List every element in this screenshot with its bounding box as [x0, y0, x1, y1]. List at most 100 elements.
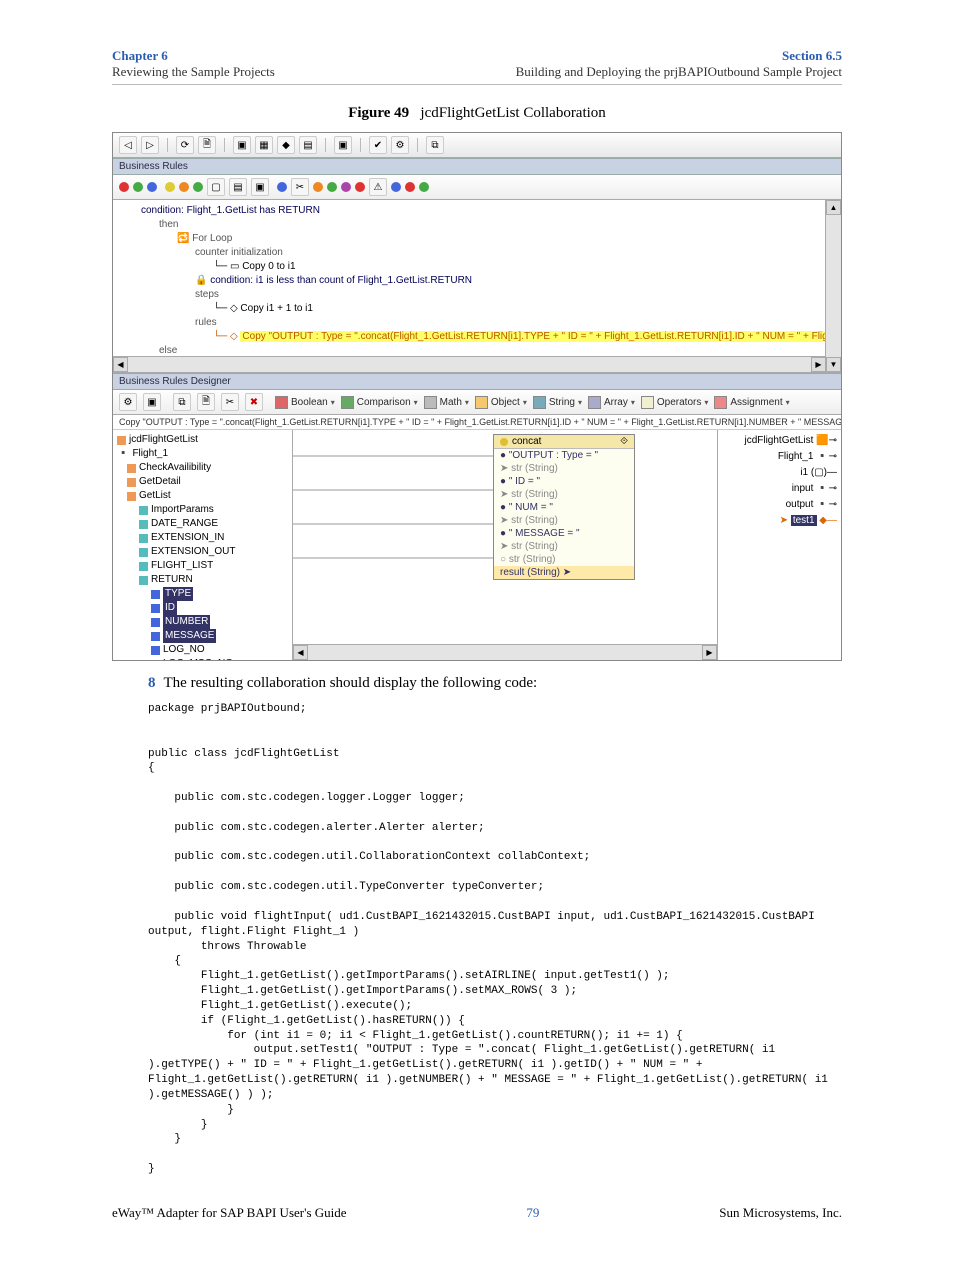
tree-item[interactable]: ▪️Flight_1	[115, 447, 290, 461]
dot-icon[interactable]	[355, 182, 365, 192]
tool-icon[interactable]: ▣	[233, 136, 251, 154]
tree-item[interactable]: ID	[115, 601, 290, 615]
tool-icon[interactable]: ⚠	[369, 178, 387, 196]
menu-assignment[interactable]: Assignment	[714, 396, 789, 409]
tree-item[interactable]: steps	[141, 288, 837, 302]
menu-operators[interactable]: Operators	[641, 396, 708, 409]
tree-item[interactable]: LOG_NO	[115, 643, 290, 657]
tree-item[interactable]: input ▪️⊸	[722, 481, 837, 497]
concat-row: ○ str (String)	[494, 553, 634, 566]
tree-item[interactable]: └─ ◇ Copy i1 + 1 to i1	[141, 302, 837, 316]
tree-item[interactable]: jcdFlightGetList	[115, 433, 290, 447]
dot-icon[interactable]	[165, 182, 175, 192]
canvas-center[interactable]: concat⟐ ● "OUTPUT : Type = " ➤ str (Stri…	[293, 430, 718, 660]
menu-math[interactable]: Math	[424, 396, 469, 409]
scroll-down-icon[interactable]: ▼	[826, 357, 841, 372]
right-tree: jcdFlightGetList 🟧⊸ Flight_1 ▪️⊸ i1 (▢)—…	[718, 430, 841, 660]
nav-fwd-icon[interactable]: ▷	[141, 136, 159, 154]
dot-icon[interactable]	[147, 182, 157, 192]
figure-title: jcdFlightGetList Collaboration	[420, 105, 605, 121]
tree-item[interactable]: then	[141, 218, 837, 232]
concat-title: concat	[512, 436, 541, 447]
menu-object[interactable]: Object	[475, 396, 527, 409]
tree-item[interactable]: RETURN	[115, 573, 290, 587]
dot-icon[interactable]	[277, 182, 287, 192]
menu-string[interactable]: String	[533, 396, 582, 409]
step-8: 8 The resulting collaboration should dis…	[148, 675, 842, 692]
page-header: Chapter 6 Reviewing the Sample Projects …	[112, 48, 842, 85]
tree-item[interactable]: rules	[141, 316, 837, 330]
tree-item[interactable]: └─ ▭ Copy 0 to i1	[141, 260, 837, 274]
tree-item[interactable]: EXTENSION_IN	[115, 531, 290, 545]
tool-icon[interactable]: ✂	[291, 178, 309, 196]
dot-icon[interactable]	[419, 182, 429, 192]
tree-item[interactable]: jcdFlightGetList 🟧⊸	[722, 433, 837, 449]
doc-icon[interactable]: 🗎	[198, 136, 216, 154]
menu-boolean[interactable]: Boolean	[275, 396, 335, 409]
section-sub: Building and Deploying the prjBAPIOutbou…	[516, 64, 842, 80]
tool-icon[interactable]: ⧉	[173, 393, 191, 411]
delete-icon[interactable]: ✖	[245, 393, 263, 411]
dot-icon[interactable]	[193, 182, 203, 192]
tree-item[interactable]: NUMBER	[115, 615, 290, 629]
concat-row: result (String) ➤	[494, 566, 634, 579]
dot-icon[interactable]	[391, 182, 401, 192]
tree-item[interactable]: FLIGHT_LIST	[115, 559, 290, 573]
tree-item[interactable]: 🔁 For Loop	[141, 232, 837, 246]
scroll-right-icon[interactable]: ▶	[811, 357, 826, 372]
tree-item[interactable]: EXTENSION_OUT	[115, 545, 290, 559]
tree-item[interactable]: CheckAvailibility	[115, 461, 290, 475]
dot-icon[interactable]	[179, 182, 189, 192]
tool-icon[interactable]: ✂	[221, 393, 239, 411]
tree-item[interactable]: ➤ test1 ◆—	[722, 513, 837, 529]
dot-icon[interactable]	[133, 182, 143, 192]
horizontal-scrollbar[interactable]: ◀ ▶	[293, 644, 717, 660]
scroll-up-icon[interactable]: ▲	[826, 200, 841, 215]
tool-icon[interactable]: ⚙	[119, 393, 137, 411]
scroll-left-icon[interactable]: ◀	[293, 645, 308, 660]
nav-back-icon[interactable]: ◁	[119, 136, 137, 154]
tool-icon[interactable]: ▣	[251, 178, 269, 196]
tree-item[interactable]: DATE_RANGE	[115, 517, 290, 531]
tool-icon-3[interactable]: ◆	[277, 136, 295, 154]
copy-icon[interactable]: ⧉	[426, 136, 444, 154]
dot-icon[interactable]	[405, 182, 415, 192]
scroll-right-icon[interactable]: ▶	[702, 645, 717, 660]
vertical-scrollbar[interactable]: ▲ ▼	[825, 200, 841, 372]
tool-icon[interactable]: 🗎	[197, 393, 215, 411]
refresh-icon[interactable]: ⟳	[176, 136, 194, 154]
tool-icon[interactable]: ▣	[143, 393, 161, 411]
tree-item[interactable]: condition: Flight_1.GetList has RETURN	[141, 204, 837, 218]
tree-item[interactable]: LOG_MSG_NO	[115, 657, 290, 660]
concat-box[interactable]: concat⟐ ● "OUTPUT : Type = " ➤ str (Stri…	[493, 434, 635, 580]
tree-item[interactable]: ImportParams	[115, 503, 290, 517]
tree-item[interactable]: output ▪️⊸	[722, 497, 837, 513]
menu-array[interactable]: Array	[588, 396, 635, 409]
tool-icon-4[interactable]: ▤	[299, 136, 317, 154]
dot-icon[interactable]	[327, 182, 337, 192]
tree-item[interactable]: MESSAGE	[115, 629, 290, 643]
step-number: 8	[148, 675, 156, 692]
chapter-label: Chapter 6	[112, 48, 275, 64]
tree-item[interactable]: GetDetail	[115, 475, 290, 489]
tool-icon-5[interactable]: ▣	[334, 136, 352, 154]
tree-item[interactable]: 🔒 condition: i1 is less than count of Fl…	[141, 274, 837, 288]
dot-icon[interactable]	[119, 182, 129, 192]
tool-icon[interactable]: ▢	[207, 178, 225, 196]
tree-item[interactable]: counter initialization	[141, 246, 837, 260]
horizontal-scrollbar[interactable]: ◀ ▶	[113, 356, 826, 372]
tree-item[interactable]: └─ ◇ Copy "OUTPUT : Type = ".concat(Flig…	[141, 330, 837, 344]
dot-icon[interactable]	[313, 182, 323, 192]
menu-comparison[interactable]: Comparison	[341, 396, 418, 409]
tree-item[interactable]: Flight_1 ▪️⊸	[722, 449, 837, 465]
tree-item[interactable]: GetList	[115, 489, 290, 503]
tree-item[interactable]: i1 (▢)—	[722, 465, 837, 481]
dot-icon[interactable]	[341, 182, 351, 192]
tool-icon-2[interactable]: ▦	[255, 136, 273, 154]
check-icon[interactable]: ✔	[369, 136, 387, 154]
tree-item[interactable]: TYPE	[115, 587, 290, 601]
tool-icon[interactable]: ▤	[229, 178, 247, 196]
concat-row: ● " MESSAGE = "	[494, 527, 634, 540]
gear-icon[interactable]: ⚙	[391, 136, 409, 154]
scroll-left-icon[interactable]: ◀	[113, 357, 128, 372]
